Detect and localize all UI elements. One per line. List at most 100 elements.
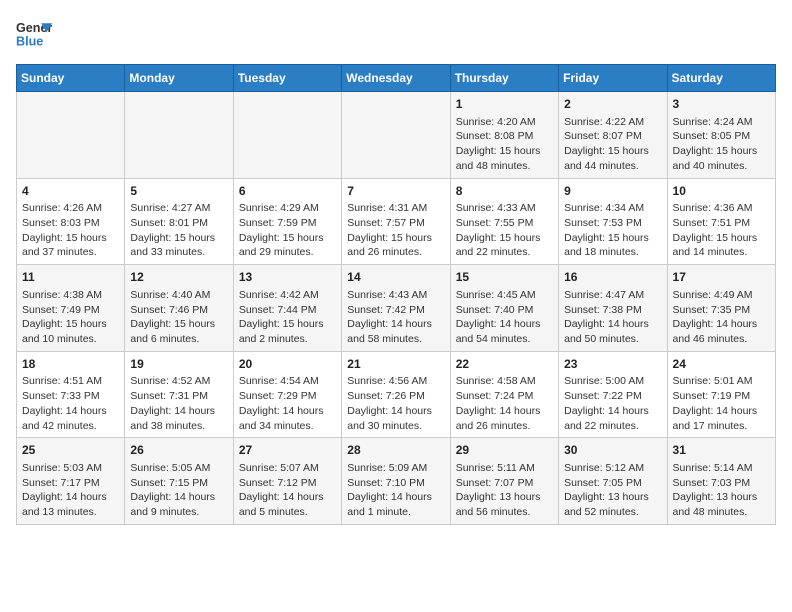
calendar-cell: 25 Sunrise: 5:03 AM Sunset: 7:17 PM Dayli… bbox=[17, 438, 125, 525]
column-header-monday: Monday bbox=[125, 65, 233, 92]
day-number: 2 bbox=[564, 96, 661, 113]
day-info: Sunrise: 4:38 AM Sunset: 7:49 PM Dayligh… bbox=[22, 288, 119, 347]
day-info: Sunrise: 4:51 AM Sunset: 7:33 PM Dayligh… bbox=[22, 374, 119, 433]
calendar-cell: 21Sunrise: 4:56 AM Sunset: 7:26 PM Dayli… bbox=[342, 351, 450, 438]
calendar-week-row: 4Sunrise: 4:26 AM Sunset: 8:03 PM Daylig… bbox=[17, 178, 776, 265]
calendar-cell: 22Sunrise: 4:58 AM Sunset: 7:24 PM Dayli… bbox=[450, 351, 558, 438]
calendar-cell: 18Sunrise: 4:51 AM Sunset: 7:33 PM Dayli… bbox=[17, 351, 125, 438]
day-number: 13 bbox=[239, 269, 336, 286]
calendar-cell: 24Sunrise: 5:01 AM Sunset: 7:19 PM Dayli… bbox=[667, 351, 775, 438]
calendar-cell: 16Sunrise: 4:47 AM Sunset: 7:38 PM Dayli… bbox=[559, 265, 667, 352]
column-header-wednesday: Wednesday bbox=[342, 65, 450, 92]
calendar-cell: 17 Sunrise: 4:49 AM Sunset: 7:35 PM Dayli… bbox=[667, 265, 775, 352]
day-info: Sunrise: 5:05 AM Sunset: 7:15 PM Dayligh… bbox=[130, 461, 227, 520]
calendar-table: SundayMondayTuesdayWednesdayThursdayFrid… bbox=[16, 64, 776, 525]
day-info: Sunrise: 4:54 AM Sunset: 7:29 PM Dayligh… bbox=[239, 374, 336, 433]
day-number: 29 bbox=[456, 442, 553, 459]
day-number: 18 bbox=[22, 356, 119, 373]
calendar-cell bbox=[125, 92, 233, 179]
day-info: Sunrise: 4:36 AM Sunset: 7:51 PM Dayligh… bbox=[673, 201, 770, 260]
calendar-cell: 4Sunrise: 4:26 AM Sunset: 8:03 PM Daylig… bbox=[17, 178, 125, 265]
day-info: Sunrise: 4:20 AM Sunset: 8:08 PM Dayligh… bbox=[456, 115, 553, 174]
day-info: Sunrise: 4:45 AM Sunset: 7:40 PM Dayligh… bbox=[456, 288, 553, 347]
day-info: Sunrise: 5:07 AM Sunset: 7:12 PM Dayligh… bbox=[239, 461, 336, 520]
calendar-cell: 30Sunrise: 5:12 AM Sunset: 7:05 PM Dayli… bbox=[559, 438, 667, 525]
calendar-cell: 5Sunrise: 4:27 AM Sunset: 8:01 PM Daylig… bbox=[125, 178, 233, 265]
day-number: 17 bbox=[673, 269, 770, 286]
calendar-cell: 1 Sunrise: 4:20 AM Sunset: 8:08 PM Daylig… bbox=[450, 92, 558, 179]
day-info: Sunrise: 4:22 AM Sunset: 8:07 PM Dayligh… bbox=[564, 115, 661, 174]
calendar-cell: 8Sunrise: 4:33 AM Sunset: 7:55 PM Daylig… bbox=[450, 178, 558, 265]
day-info: Sunrise: 4:42 AM Sunset: 7:44 PM Dayligh… bbox=[239, 288, 336, 347]
day-info: Sunrise: 4:40 AM Sunset: 7:46 PM Dayligh… bbox=[130, 288, 227, 347]
svg-text:Blue: Blue bbox=[16, 35, 43, 49]
calendar-cell: 14 Sunrise: 4:43 AM Sunset: 7:42 PM Dayli… bbox=[342, 265, 450, 352]
calendar-cell: 13 Sunrise: 4:42 AM Sunset: 7:44 PM Dayli… bbox=[233, 265, 341, 352]
column-header-thursday: Thursday bbox=[450, 65, 558, 92]
calendar-cell: 23Sunrise: 5:00 AM Sunset: 7:22 PM Dayli… bbox=[559, 351, 667, 438]
day-number: 4 bbox=[22, 183, 119, 200]
day-number: 1 bbox=[456, 96, 553, 113]
calendar-body: 1 Sunrise: 4:20 AM Sunset: 8:08 PM Daylig… bbox=[17, 92, 776, 525]
column-header-friday: Friday bbox=[559, 65, 667, 92]
calendar-cell: 3 Sunrise: 4:24 AM Sunset: 8:05 PM Daylig… bbox=[667, 92, 775, 179]
day-info: Sunrise: 4:29 AM Sunset: 7:59 PM Dayligh… bbox=[239, 201, 336, 260]
day-number: 24 bbox=[673, 356, 770, 373]
day-number: 15 bbox=[456, 269, 553, 286]
logo-icon: General Blue bbox=[16, 16, 52, 52]
calendar-cell bbox=[233, 92, 341, 179]
day-number: 21 bbox=[347, 356, 444, 373]
day-number: 20 bbox=[239, 356, 336, 373]
day-number: 8 bbox=[456, 183, 553, 200]
day-number: 23 bbox=[564, 356, 661, 373]
day-info: Sunrise: 5:14 AM Sunset: 7:03 PM Dayligh… bbox=[673, 461, 770, 520]
calendar-cell: 10Sunrise: 4:36 AM Sunset: 7:51 PM Dayli… bbox=[667, 178, 775, 265]
day-number: 3 bbox=[673, 96, 770, 113]
day-info: Sunrise: 4:34 AM Sunset: 7:53 PM Dayligh… bbox=[564, 201, 661, 260]
day-number: 28 bbox=[347, 442, 444, 459]
day-info: Sunrise: 5:12 AM Sunset: 7:05 PM Dayligh… bbox=[564, 461, 661, 520]
day-number: 11 bbox=[22, 269, 119, 286]
column-header-sunday: Sunday bbox=[17, 65, 125, 92]
calendar-header: SundayMondayTuesdayWednesdayThursdayFrid… bbox=[17, 65, 776, 92]
day-number: 10 bbox=[673, 183, 770, 200]
calendar-week-row: 11 Sunrise: 4:38 AM Sunset: 7:49 PM Dayli… bbox=[17, 265, 776, 352]
calendar-cell: 27 Sunrise: 5:07 AM Sunset: 7:12 PM Dayli… bbox=[233, 438, 341, 525]
calendar-cell: 2 Sunrise: 4:22 AM Sunset: 8:07 PM Daylig… bbox=[559, 92, 667, 179]
column-header-saturday: Saturday bbox=[667, 65, 775, 92]
calendar-cell bbox=[17, 92, 125, 179]
calendar-cell: 11 Sunrise: 4:38 AM Sunset: 7:49 PM Dayli… bbox=[17, 265, 125, 352]
day-number: 19 bbox=[130, 356, 227, 373]
logo: General Blue bbox=[16, 16, 52, 52]
day-info: Sunrise: 4:52 AM Sunset: 7:31 PM Dayligh… bbox=[130, 374, 227, 433]
day-number: 26 bbox=[130, 442, 227, 459]
calendar-cell: 15 Sunrise: 4:45 AM Sunset: 7:40 PM Dayli… bbox=[450, 265, 558, 352]
calendar-cell: 19Sunrise: 4:52 AM Sunset: 7:31 PM Dayli… bbox=[125, 351, 233, 438]
day-number: 25 bbox=[22, 442, 119, 459]
calendar-cell bbox=[342, 92, 450, 179]
calendar-cell: 20Sunrise: 4:54 AM Sunset: 7:29 PM Dayli… bbox=[233, 351, 341, 438]
calendar-cell: 29Sunrise: 5:11 AM Sunset: 7:07 PM Dayli… bbox=[450, 438, 558, 525]
day-info: Sunrise: 5:03 AM Sunset: 7:17 PM Dayligh… bbox=[22, 461, 119, 520]
day-number: 7 bbox=[347, 183, 444, 200]
page-header: General Blue bbox=[16, 16, 776, 52]
column-header-tuesday: Tuesday bbox=[233, 65, 341, 92]
header-row: SundayMondayTuesdayWednesdayThursdayFrid… bbox=[17, 65, 776, 92]
day-number: 14 bbox=[347, 269, 444, 286]
calendar-week-row: 18Sunrise: 4:51 AM Sunset: 7:33 PM Dayli… bbox=[17, 351, 776, 438]
day-info: Sunrise: 4:31 AM Sunset: 7:57 PM Dayligh… bbox=[347, 201, 444, 260]
day-info: Sunrise: 4:24 AM Sunset: 8:05 PM Dayligh… bbox=[673, 115, 770, 174]
day-number: 12 bbox=[130, 269, 227, 286]
day-info: Sunrise: 4:43 AM Sunset: 7:42 PM Dayligh… bbox=[347, 288, 444, 347]
day-number: 27 bbox=[239, 442, 336, 459]
day-number: 6 bbox=[239, 183, 336, 200]
day-info: Sunrise: 5:01 AM Sunset: 7:19 PM Dayligh… bbox=[673, 374, 770, 433]
day-info: Sunrise: 4:26 AM Sunset: 8:03 PM Dayligh… bbox=[22, 201, 119, 260]
calendar-cell: 9Sunrise: 4:34 AM Sunset: 7:53 PM Daylig… bbox=[559, 178, 667, 265]
day-number: 5 bbox=[130, 183, 227, 200]
day-info: Sunrise: 4:56 AM Sunset: 7:26 PM Dayligh… bbox=[347, 374, 444, 433]
day-number: 22 bbox=[456, 356, 553, 373]
day-info: Sunrise: 5:00 AM Sunset: 7:22 PM Dayligh… bbox=[564, 374, 661, 433]
day-info: Sunrise: 4:49 AM Sunset: 7:35 PM Dayligh… bbox=[673, 288, 770, 347]
day-number: 31 bbox=[673, 442, 770, 459]
